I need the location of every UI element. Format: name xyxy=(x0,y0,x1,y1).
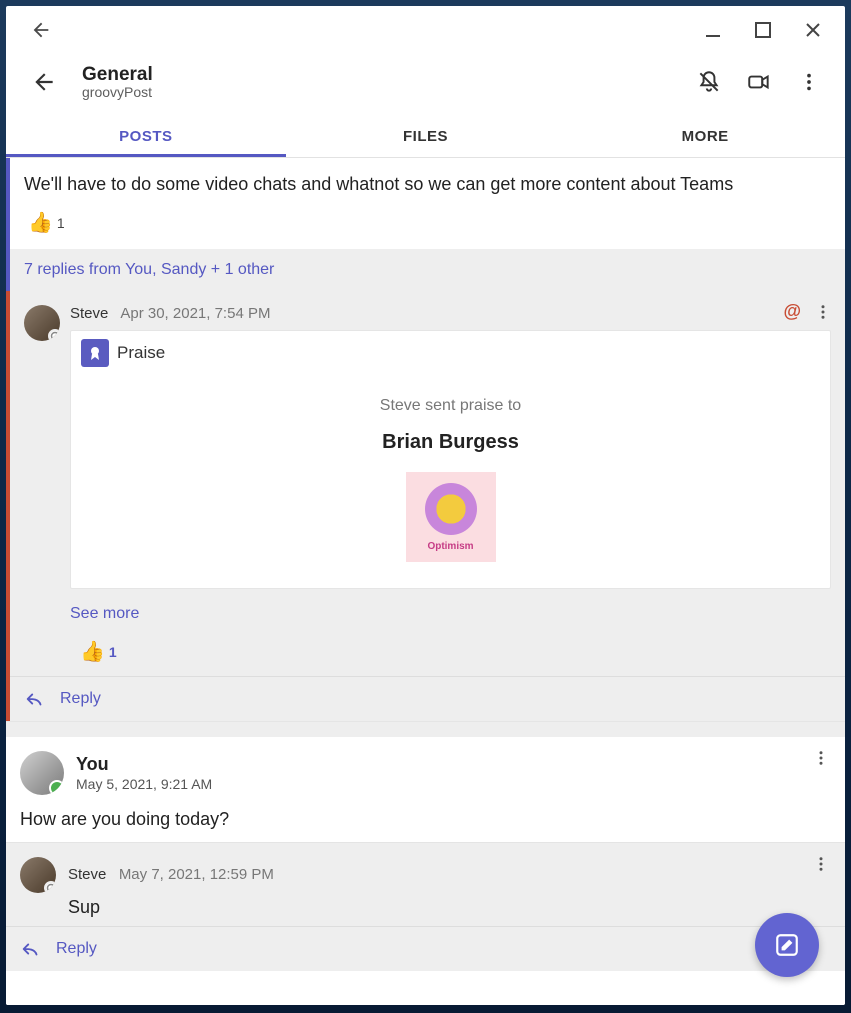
meet-button[interactable] xyxy=(741,64,777,100)
minimize-button[interactable] xyxy=(693,10,733,50)
praise-header: Praise xyxy=(71,331,830,375)
thread2-post: You May 5, 2021, 9:21 AM How are you doi… xyxy=(6,737,845,842)
thread-separator xyxy=(6,721,845,737)
header-actions xyxy=(691,64,827,100)
new-post-fab[interactable] xyxy=(755,913,819,977)
channel-tabs: POSTS FILES MORE xyxy=(6,116,845,158)
reply-author: Steve xyxy=(70,305,108,322)
more-vertical-icon xyxy=(798,71,820,93)
thread2-reply: Steve May 7, 2021, 12:59 PM Sup xyxy=(6,842,845,926)
praise-card: Praise Steve sent praise to Brian Burges… xyxy=(70,330,831,589)
more-vertical-icon xyxy=(814,303,832,321)
reply-arrow-icon xyxy=(24,689,46,709)
reply-arrow-icon xyxy=(20,939,42,959)
reply-link[interactable]: Reply xyxy=(56,940,97,958)
reply-timestamp: Apr 30, 2021, 7:54 PM xyxy=(120,305,270,322)
praise-body: Steve sent praise to Brian Burgess Optim… xyxy=(71,375,830,588)
team-name: groovyPost xyxy=(82,84,673,100)
avatar[interactable] xyxy=(24,305,60,341)
post-header: You May 5, 2021, 9:21 AM xyxy=(20,751,831,795)
reply-thread: @ Steve Apr 30, 2021, 7:54 PM xyxy=(6,291,845,721)
notifications-button[interactable] xyxy=(691,64,727,100)
tab-more[interactable]: MORE xyxy=(565,116,845,157)
reply-action-bar[interactable]: Reply xyxy=(6,926,845,971)
praise-badge-icon xyxy=(81,339,109,367)
reply-message: @ Steve Apr 30, 2021, 7:54 PM xyxy=(10,291,845,676)
browser-back-button[interactable] xyxy=(24,13,58,47)
message-more-button[interactable] xyxy=(809,855,833,873)
reactions-row[interactable]: 👍 1 xyxy=(24,196,831,241)
reply-action-bar[interactable]: Reply xyxy=(10,676,845,721)
header-more-button[interactable] xyxy=(791,64,827,100)
close-button[interactable] xyxy=(793,10,833,50)
window-controls xyxy=(693,10,839,50)
reply-timestamp: May 7, 2021, 12:59 PM xyxy=(119,866,274,883)
post-text: We'll have to do some video chats and wh… xyxy=(24,172,831,196)
reply-link[interactable]: Reply xyxy=(60,690,101,708)
replies-summary[interactable]: 7 replies from You, Sandy + 1 other xyxy=(6,249,845,291)
thumbs-up-icon: 👍 xyxy=(80,639,105,664)
praise-badge-image: Optimism xyxy=(406,472,496,562)
more-vertical-icon xyxy=(812,749,830,767)
channel-header: General groovyPost xyxy=(6,54,845,116)
reply-header: Steve May 7, 2021, 12:59 PM xyxy=(20,857,831,893)
arrow-left-icon xyxy=(31,69,57,95)
badge-caption: Optimism xyxy=(427,541,473,552)
sun-icon xyxy=(425,483,477,535)
see-more-link[interactable]: See more xyxy=(24,589,139,633)
like-count: 1 xyxy=(109,644,117,660)
window-titlebar xyxy=(6,6,845,54)
channel-title: General xyxy=(82,64,673,86)
avatar[interactable] xyxy=(20,751,64,795)
arrow-left-icon xyxy=(30,19,52,41)
header-back-button[interactable] xyxy=(24,62,64,102)
reply-tools: @ xyxy=(783,301,835,322)
presence-offline-icon xyxy=(44,881,56,893)
compose-icon xyxy=(774,932,800,958)
presence-offline-icon xyxy=(48,329,60,341)
tab-posts[interactable]: POSTS xyxy=(6,116,286,157)
root-post: We'll have to do some video chats and wh… xyxy=(6,158,845,249)
reply-author: Steve xyxy=(68,866,106,883)
message-more-button[interactable] xyxy=(809,749,833,767)
bell-off-icon xyxy=(696,69,722,95)
post-timestamp: May 5, 2021, 9:21 AM xyxy=(76,776,212,792)
like-count: 1 xyxy=(57,215,65,231)
reply-reactions[interactable]: 👍 1 xyxy=(24,633,831,676)
maximize-icon xyxy=(755,22,771,38)
message-more-button[interactable] xyxy=(811,303,835,321)
avatar[interactable] xyxy=(20,857,56,893)
praise-label: Praise xyxy=(117,343,165,363)
presence-available-icon xyxy=(49,780,64,795)
app-window: General groovyPost xyxy=(6,6,845,1005)
praise-target: Brian Burgess xyxy=(81,431,820,454)
post-text: How are you doing today? xyxy=(20,809,831,830)
content-scroll[interactable]: We'll have to do some video chats and wh… xyxy=(6,158,845,1005)
praise-subtitle: Steve sent praise to xyxy=(81,397,820,415)
thumbs-up-icon: 👍 xyxy=(28,210,53,235)
ribbon-icon xyxy=(87,345,103,361)
post-author: You xyxy=(76,754,212,775)
maximize-button[interactable] xyxy=(743,10,783,50)
more-vertical-icon xyxy=(812,855,830,873)
reply-header: Steve Apr 30, 2021, 7:54 PM Praise xyxy=(24,305,831,589)
close-icon xyxy=(805,22,821,38)
mention-icon: @ xyxy=(783,301,801,322)
reply-text: Sup xyxy=(68,897,831,918)
channel-info: General groovyPost xyxy=(82,64,673,100)
tab-files[interactable]: FILES xyxy=(286,116,566,157)
minimize-icon xyxy=(704,21,722,39)
video-icon xyxy=(746,69,772,95)
